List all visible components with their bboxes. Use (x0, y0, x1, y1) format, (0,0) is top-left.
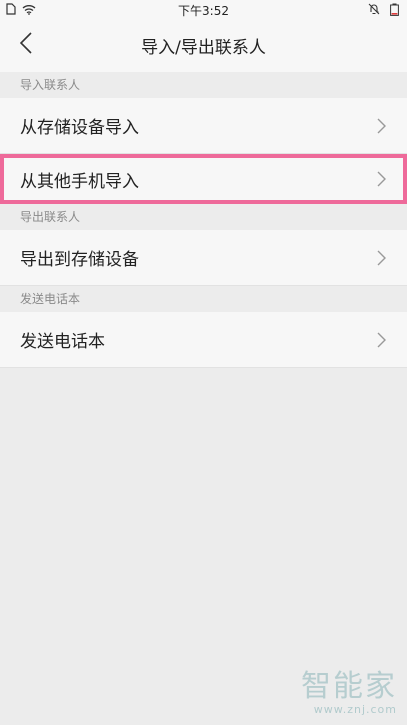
chevron-right-icon (377, 118, 387, 134)
send-phonebook-row[interactable]: 发送电话本 (0, 312, 407, 368)
section-header-import: 导入联系人 (0, 72, 407, 98)
watermark-logo: 智能家 (301, 669, 397, 704)
row-label: 导出到存储设备 (20, 250, 139, 270)
section-header-export: 导出联系人 (0, 204, 407, 230)
export-to-storage-row[interactable]: 导出到存储设备 (0, 230, 407, 286)
section-header-send: 发送电话本 (0, 286, 407, 312)
status-time: 下午3:52 (178, 4, 229, 18)
import-from-other-phone-row[interactable]: 从其他手机导入 (0, 154, 407, 204)
import-from-storage-row[interactable]: 从存储设备导入 (0, 98, 407, 154)
chevron-right-icon (377, 332, 387, 348)
page-title: 导入/导出联系人 (141, 37, 266, 58)
chevron-right-icon (377, 250, 387, 266)
back-button[interactable] (14, 30, 38, 60)
status-bar: 下午3:52 (0, 0, 407, 18)
watermark-url: www.znj.com (313, 703, 397, 716)
row-label: 发送电话本 (20, 332, 105, 352)
chevron-right-icon (377, 171, 387, 187)
nav-bar: 导入/导出联系人 (0, 18, 407, 72)
watermark: 智能家 www.znj.com (277, 671, 397, 717)
row-label: 从其他手机导入 (20, 171, 139, 192)
settings-list: 导入联系人 从存储设备导入 从其他手机导入 导出联系人 导出到存储设备 发送电话… (0, 72, 407, 368)
row-label: 从存储设备导入 (20, 118, 139, 138)
chevron-left-icon (19, 32, 32, 58)
